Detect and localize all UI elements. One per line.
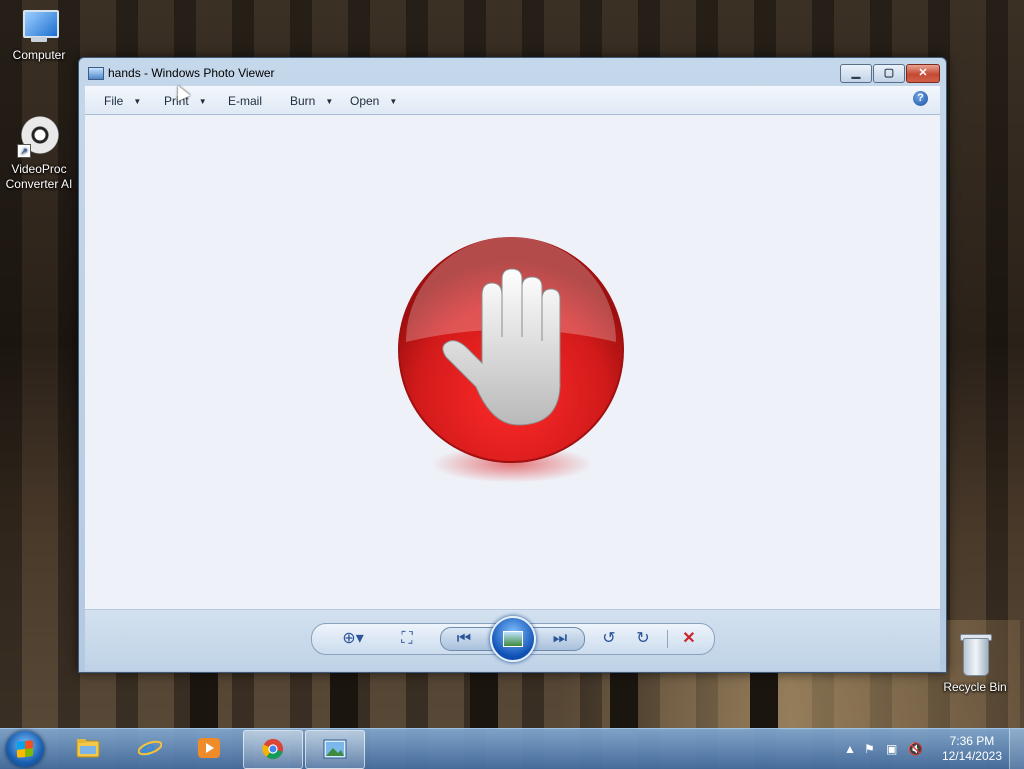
taskbar-photo-viewer[interactable] — [305, 730, 365, 769]
clock[interactable]: 7:36 PM 12/14/2023 — [942, 734, 1002, 764]
separator — [667, 630, 668, 648]
close-icon: ✕ — [918, 67, 928, 79]
maximize-button[interactable]: ▢ — [873, 64, 905, 83]
computer-icon — [19, 10, 59, 44]
slideshow-button[interactable] — [490, 616, 536, 662]
next-button[interactable]: ⏭ — [545, 624, 575, 654]
taskbar-media-player[interactable] — [180, 730, 238, 767]
stop-hand-icon — [398, 237, 624, 463]
photo-viewer-icon — [323, 739, 347, 759]
background-post — [750, 670, 778, 730]
desktop-icon-videoproc[interactable]: ↗ VideoProc Converter AI — [1, 114, 77, 192]
svg-text:e: e — [142, 737, 155, 759]
desktop-icon-label: Recycle Bin — [943, 680, 1007, 694]
delete-icon: ✕ — [682, 630, 696, 647]
minimize-icon: ▁ — [851, 67, 861, 79]
menu-file[interactable]: File ▼ — [104, 94, 141, 108]
menu-email[interactable]: E-mail — [228, 94, 262, 108]
zoom-button[interactable]: ⊕▾ — [334, 624, 372, 654]
desktop-icon-recycle-bin[interactable]: Recycle Bin — [937, 632, 1013, 695]
slideshow-icon — [503, 631, 523, 647]
actual-size-icon: ⛶ — [401, 630, 413, 647]
minimize-button[interactable]: ▁ — [840, 64, 872, 83]
background-post — [190, 670, 218, 730]
photo-viewer-app-icon — [88, 67, 104, 80]
chevron-down-icon: ▼ — [133, 97, 142, 106]
menu-open-label: Open — [350, 94, 380, 108]
menu-open[interactable]: Open ▼ — [350, 94, 397, 108]
recycle-bin-icon — [957, 632, 993, 676]
windows-explorer-icon — [76, 739, 100, 758]
maximize-icon: ▢ — [883, 67, 895, 79]
help-button[interactable]: ? — [913, 91, 928, 106]
videoproc-icon: ↗ — [17, 114, 61, 158]
media-player-icon — [198, 738, 220, 758]
menu-bar: File ▼ Print ▼ E-mail Burn ▼ Open ▼ ? — [85, 86, 940, 115]
caption-buttons: ▁ ▢ ✕ — [839, 64, 940, 83]
rotate-clockwise-button[interactable]: ↻ — [628, 624, 658, 654]
menu-file-label: File — [104, 94, 124, 108]
title-bar[interactable]: hands - Windows Photo Viewer ▁ ▢ ✕ — [79, 58, 946, 86]
clock-time: 7:36 PM — [949, 734, 995, 748]
photo-viewer-window: hands - Windows Photo Viewer ▁ ▢ ✕ File ▼… — [78, 57, 947, 673]
chevron-down-icon: ▼ — [325, 97, 334, 106]
network-icon[interactable]: ▣ — [886, 742, 897, 756]
internet-explorer-icon: e — [138, 737, 162, 759]
help-icon: ? — [917, 92, 924, 104]
chrome-icon — [262, 738, 284, 760]
show-desktop-button[interactable] — [1009, 729, 1024, 769]
image-viewport[interactable] — [85, 115, 940, 609]
rotate-clockwise-icon: ↻ — [636, 630, 650, 647]
previous-button[interactable]: ⏮ — [449, 624, 479, 654]
background-post — [330, 670, 358, 730]
taskbar-explorer[interactable] — [59, 730, 117, 767]
menu-burn[interactable]: Burn ▼ — [290, 94, 333, 108]
taskbar: e ▲ ⚑ ▣ 🔇 7:36 PM 12/14/2023 — [0, 728, 1024, 769]
clock-date: 12/14/2023 — [941, 749, 1002, 763]
desktop-icon-label: VideoProc Converter AI — [5, 162, 73, 191]
next-icon: ⏭ — [552, 630, 568, 647]
start-button[interactable] — [6, 731, 44, 767]
windows-logo-icon — [17, 740, 33, 758]
desktop-icon-label: Computer — [12, 48, 66, 62]
actual-size-button[interactable]: ⛶ — [392, 624, 422, 654]
control-bar: ⊕▾ ⛶ ⏮ ⏭ ↺ ↻ ✕ — [85, 610, 940, 671]
background-post — [610, 670, 638, 730]
chevron-down-icon: ▼ — [198, 97, 207, 106]
rotate-counterclockwise-icon: ↺ — [602, 630, 616, 647]
window-title: hands - Windows Photo Viewer — [108, 66, 275, 80]
action-center-icon[interactable]: ⚑ — [864, 742, 875, 756]
taskbar-internet-explorer[interactable]: e — [121, 730, 179, 767]
menu-email-label: E-mail — [228, 94, 263, 108]
close-button[interactable]: ✕ — [906, 64, 940, 83]
background-post — [470, 670, 498, 730]
delete-button[interactable]: ✕ — [674, 624, 704, 654]
show-hidden-icons-icon[interactable]: ▲ — [844, 742, 856, 756]
chevron-down-icon: ▼ — [389, 97, 398, 106]
volume-muted-icon[interactable]: 🔇 — [908, 742, 923, 756]
desktop-icon-computer[interactable]: Computer — [1, 10, 77, 63]
taskbar-chrome[interactable] — [243, 730, 303, 769]
rotate-counterclockwise-button[interactable]: ↺ — [594, 624, 624, 654]
previous-icon: ⏮ — [456, 630, 472, 647]
system-tray: ▲ ⚑ ▣ 🔇 7:36 PM 12/14/2023 — [834, 729, 1024, 769]
zoom-icon: ⊕▾ — [342, 630, 364, 647]
menu-burn-label: Burn — [290, 94, 316, 108]
